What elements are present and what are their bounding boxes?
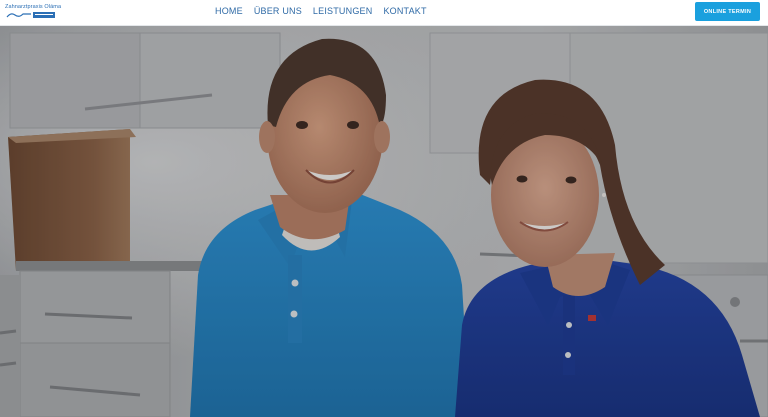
online-termin-button[interactable]: ONLINE TERMIN bbox=[695, 2, 760, 21]
hero-image bbox=[0, 25, 768, 417]
hero-photo bbox=[0, 25, 768, 417]
logo-text: Zahnarztpraxis Oláma bbox=[5, 4, 62, 10]
nav-leistungen[interactable]: LEISTUNGEN bbox=[313, 6, 373, 17]
nav-home[interactable]: HOME bbox=[215, 6, 243, 17]
logo-tooth-icon bbox=[6, 12, 55, 18]
nav-kontakt[interactable]: KONTAKT bbox=[383, 6, 426, 17]
nav-ueber-uns[interactable]: ÜBER UNS bbox=[254, 6, 302, 17]
main-nav: HOME ÜBER UNS LEISTUNGEN KONTAKT bbox=[215, 6, 438, 17]
logo[interactable]: Zahnarztpraxis Oláma bbox=[5, 4, 61, 20]
site-header: Zahnarztpraxis Oláma HOME ÜBER UNS LEIST… bbox=[0, 0, 768, 26]
